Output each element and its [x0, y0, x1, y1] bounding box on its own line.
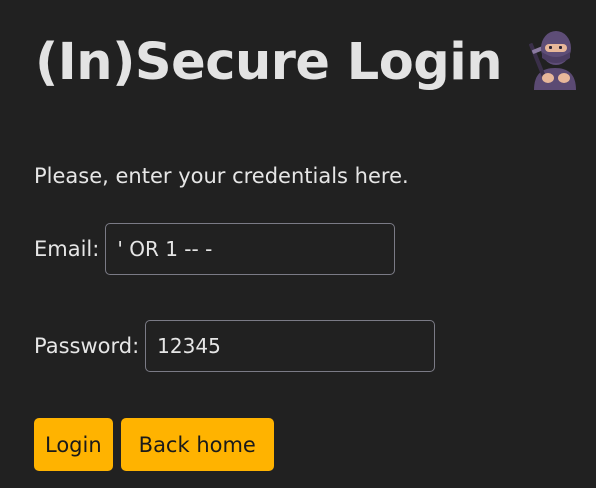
ninja-icon	[528, 31, 576, 90]
email-label: Email:	[34, 237, 100, 261]
intro-text: Please, enter your credentials here.	[34, 164, 409, 188]
password-row: Password:	[34, 320, 436, 372]
password-input[interactable]	[145, 320, 436, 372]
password-label: Password:	[34, 334, 140, 358]
email-row: Email:	[34, 223, 396, 275]
page-header: (In)Secure Login	[35, 24, 503, 100]
login-button[interactable]: Login	[34, 418, 113, 471]
back-home-button[interactable]: Back home	[120, 418, 274, 471]
email-input[interactable]	[105, 223, 396, 275]
button-group: Login Back home	[34, 418, 274, 471]
page-title: (In)Secure Login	[35, 32, 503, 92]
